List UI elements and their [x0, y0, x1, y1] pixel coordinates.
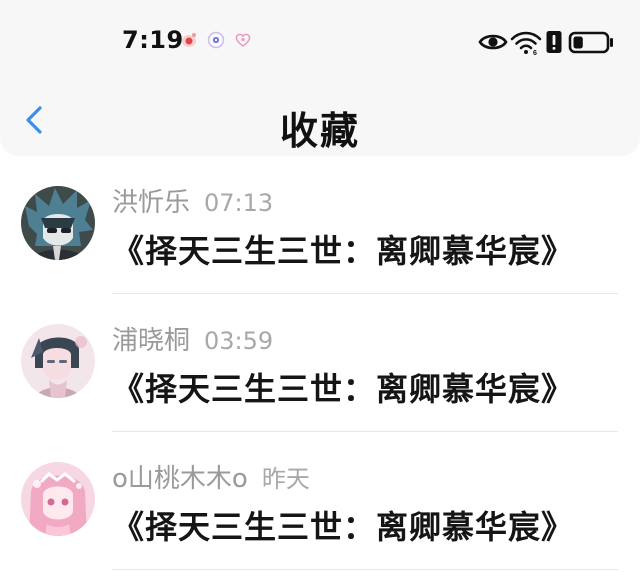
avatar-image	[21, 324, 95, 398]
item-meta: 浦晓桐 03:59	[112, 320, 273, 357]
favorite-content[interactable]: 《择天三生三世：离卿慕华宸》	[112, 226, 574, 272]
heart-app-icon	[235, 33, 251, 47]
list-item[interactable]: 洪忻乐 07:13 《择天三生三世：离卿慕华宸》	[0, 156, 640, 294]
item-meta: 洪忻乐 07:13	[112, 182, 273, 219]
favorites-screen: 7:19 6 收藏 洪忻乐 07:13 《择天三生三世：离卿慕华宸》 浦晓桐 0…	[0, 0, 640, 572]
alert-icon	[546, 31, 562, 53]
page-title: 收藏	[279, 109, 360, 153]
timestamp: 07:13	[204, 189, 274, 217]
item-meta: o山桃木木o 昨天	[112, 458, 310, 495]
svg-text:6: 6	[533, 50, 537, 57]
battery-icon	[568, 31, 613, 54]
favorite-content[interactable]: 《择天三生三世：离卿慕华宸》	[112, 502, 574, 548]
author-name[interactable]: 洪忻乐	[112, 188, 190, 218]
app-icon	[207, 31, 225, 49]
wifi-icon: 6	[510, 31, 542, 57]
favorites-list: 洪忻乐 07:13 《择天三生三世：离卿慕华宸》 浦晓桐 03:59 《择天三生…	[0, 156, 640, 570]
timestamp: 昨天	[261, 465, 310, 493]
author-name[interactable]: o山桃木木o	[112, 464, 248, 494]
list-item[interactable]: o山桃木木o 昨天 《择天三生三世：离卿慕华宸》	[0, 432, 640, 570]
list-item[interactable]: 浦晓桐 03:59 《择天三生三世：离卿慕华宸》	[0, 294, 640, 432]
header: 收藏	[0, 80, 640, 156]
author-name[interactable]: 浦晓桐	[112, 326, 190, 356]
favorite-content[interactable]: 《择天三生三世：离卿慕华宸》	[112, 364, 574, 410]
timestamp: 03:59	[204, 327, 274, 355]
weibo-icon	[182, 33, 196, 47]
avatar-image	[21, 462, 95, 536]
divider	[112, 569, 618, 570]
avatar-image	[21, 186, 95, 260]
avatar[interactable]	[21, 186, 95, 260]
avatar[interactable]	[21, 462, 95, 536]
status-time: 7:19	[122, 26, 184, 54]
status-bar: 7:19 6	[0, 0, 640, 80]
avatar[interactable]	[21, 324, 95, 398]
eye-icon	[478, 34, 508, 50]
